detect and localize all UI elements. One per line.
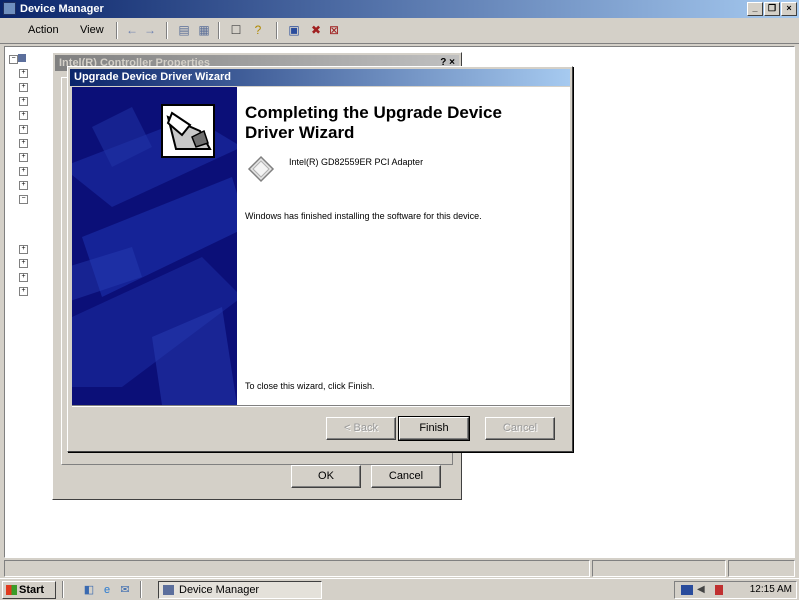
scan-hardware-icon[interactable]: ▣ <box>286 23 302 38</box>
menu-view[interactable]: View <box>80 24 104 36</box>
toolbar: Action View ← → ▤ ▦ ☐ ? ▣ ✖ ⊠ <box>0 18 799 44</box>
properties-cancel-button[interactable]: Cancel <box>371 465 441 488</box>
toolbar-separator <box>218 22 220 39</box>
toolbar-separator <box>276 22 278 39</box>
tree-expander[interactable]: + <box>19 181 28 190</box>
device-manager-title-bar[interactable]: Device Manager _ ❐ × <box>0 0 799 18</box>
tree-expander[interactable]: − <box>19 195 28 204</box>
tree-expander[interactable]: + <box>19 273 28 282</box>
outlook-express-icon[interactable]: ✉ <box>118 583 132 597</box>
wizard-cancel-button[interactable]: Cancel <box>485 417 555 440</box>
taskbar-separator <box>62 581 64 598</box>
status-pane <box>4 560 590 577</box>
device-name: Intel(R) GD82559ER PCI Adapter <box>289 157 424 167</box>
wizard-heading: Completing the Upgrade Device Driver Wiz… <box>245 103 502 142</box>
tree-expander[interactable]: + <box>19 69 28 78</box>
tree-expander[interactable]: + <box>19 97 28 106</box>
windows-logo-icon <box>6 585 17 595</box>
finished-message: Windows has finished installing the soft… <box>245 211 482 221</box>
start-label: Start <box>19 584 45 596</box>
tree-expander[interactable]: + <box>19 125 28 134</box>
tree-expander[interactable]: + <box>19 167 28 176</box>
device-manager-icon <box>163 585 174 595</box>
taskbar-task-label: Device Manager <box>179 584 260 596</box>
taskbar: Start ◧ e ✉ Device Manager ◀ 12:15 AM <box>0 578 799 600</box>
view-icon[interactable]: ▤ <box>176 23 192 38</box>
properties-icon[interactable]: ☐ <box>228 23 244 38</box>
view-list-icon[interactable]: ▦ <box>196 23 212 38</box>
computer-icon <box>18 54 26 62</box>
network-adapter-icon <box>247 155 275 183</box>
hardware-box-icon <box>161 104 215 158</box>
wizard-banner-image <box>72 87 237 405</box>
status-pane <box>592 560 726 577</box>
tree-expander[interactable]: + <box>19 111 28 120</box>
tree-expander[interactable]: + <box>19 245 28 254</box>
clock: 12:15 AM <box>749 584 792 595</box>
taskbar-device-manager-button[interactable]: Device Manager <box>158 581 322 599</box>
wizard-separator <box>72 405 570 407</box>
back-button[interactable]: < Back <box>326 417 396 440</box>
internet-explorer-icon[interactable]: e <box>100 583 114 597</box>
close-instruction: To close this wizard, click Finish. <box>245 381 375 391</box>
tree-expander[interactable]: + <box>19 259 28 268</box>
tree-expander[interactable]: + <box>19 287 28 296</box>
toolbar-separator <box>116 22 118 39</box>
wizard-banner-graphic <box>72 87 237 405</box>
disable-icon[interactable]: ⊠ <box>326 23 342 38</box>
wizard-content-pane: Completing the Upgrade Device Driver Wiz… <box>237 87 570 405</box>
tree-expander[interactable]: + <box>19 153 28 162</box>
tree-expander[interactable]: − <box>9 55 18 64</box>
uninstall-icon[interactable]: ✖ <box>308 23 324 38</box>
network-tray-icon[interactable] <box>681 585 693 595</box>
ok-button[interactable]: OK <box>291 465 361 488</box>
close-button[interactable]: × <box>781 2 797 16</box>
wizard-title-bar[interactable]: Upgrade Device Driver Wizard <box>70 69 570 86</box>
minimize-button[interactable]: _ <box>747 2 763 16</box>
back-icon[interactable]: ← <box>124 23 140 38</box>
taskbar-separator <box>140 581 142 598</box>
start-button[interactable]: Start <box>2 581 56 599</box>
forward-icon[interactable]: → <box>142 23 158 38</box>
window-title: Device Manager <box>20 3 104 15</box>
show-desktop-icon[interactable]: ◧ <box>82 583 96 597</box>
hardware-tray-icon[interactable] <box>715 585 723 595</box>
status-bar <box>4 560 795 578</box>
device-manager-icon <box>3 2 16 15</box>
help-icon[interactable]: ? <box>250 23 266 38</box>
finish-button[interactable]: Finish <box>398 416 470 441</box>
volume-tray-icon[interactable]: ◀ <box>697 585 709 595</box>
upgrade-driver-wizard: Upgrade Device Driver Wizard Completing … <box>67 66 573 452</box>
system-tray: ◀ 12:15 AM <box>674 581 797 599</box>
restore-button[interactable]: ❐ <box>764 2 780 16</box>
tree-expander[interactable]: + <box>19 83 28 92</box>
wizard-title: Upgrade Device Driver Wizard <box>74 71 232 83</box>
menu-action[interactable]: Action <box>28 24 59 36</box>
status-pane <box>728 560 795 577</box>
tree-expander[interactable]: + <box>19 139 28 148</box>
toolbar-separator <box>166 22 168 39</box>
